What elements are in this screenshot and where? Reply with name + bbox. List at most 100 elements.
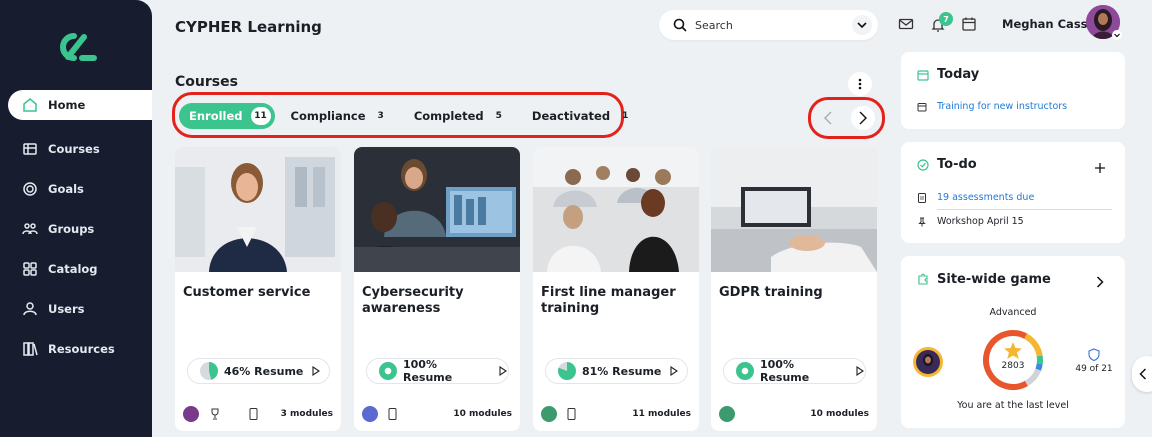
course-title[interactable]: First line manager training xyxy=(541,285,691,317)
more-options-button[interactable] xyxy=(848,72,872,96)
resume-button[interactable]: 100% Resume xyxy=(366,358,509,384)
chevron-right-icon[interactable] xyxy=(1096,276,1104,288)
avatar xyxy=(541,406,557,422)
tab-label: Enrolled xyxy=(189,109,243,123)
resume-button[interactable]: 46% Resume xyxy=(187,358,330,384)
course-title[interactable]: Customer service xyxy=(183,285,333,301)
avatar xyxy=(183,406,199,422)
sidebar-item-label: Resources xyxy=(48,342,115,356)
calendar-icon xyxy=(917,102,927,112)
resume-label: 81% Resume xyxy=(582,364,662,378)
today-title: Today xyxy=(937,67,980,82)
today-panel: Today Training for new instructors xyxy=(901,52,1125,129)
course-card-gdpr[interactable]: GDPR training 100% Resume 10 modules xyxy=(711,147,877,431)
pin-icon xyxy=(917,217,927,227)
sidebar-item-courses[interactable]: Courses xyxy=(0,129,152,169)
notification-badge: 7 xyxy=(939,12,953,26)
shield-icon xyxy=(1088,348,1100,361)
carousel-next-button[interactable] xyxy=(851,106,875,130)
course-card-cybersecurity[interactable]: Cybersecurity awareness 100% Resume 10 m… xyxy=(354,147,520,431)
check-circle-icon xyxy=(917,159,929,171)
tab-count: 3 xyxy=(377,111,384,121)
tab-deactivated[interactable]: Deactivated 1 xyxy=(522,103,638,129)
module-count: 11 modules xyxy=(632,409,691,419)
sidebar-item-label: Catalog xyxy=(48,262,98,276)
today-item-link[interactable]: Training for new instructors xyxy=(937,101,1067,112)
today-item[interactable]: Training for new instructors xyxy=(917,101,1067,112)
avatar xyxy=(913,347,943,377)
resume-button[interactable]: 81% Resume xyxy=(545,358,688,384)
resume-label: 100% Resume xyxy=(760,358,810,384)
cypher-logo[interactable] xyxy=(54,30,98,64)
search-box[interactable]: Search xyxy=(659,10,878,40)
sidebar-item-resources[interactable]: Resources xyxy=(0,329,152,369)
game-points: 2803 xyxy=(1001,361,1025,371)
chevron-down-icon xyxy=(857,22,867,29)
courses-section-title: Courses xyxy=(175,74,238,90)
search-input[interactable]: Search xyxy=(695,19,733,32)
game-level: Advanced xyxy=(989,307,1037,318)
resume-button[interactable]: 100% Resume xyxy=(723,358,866,384)
chevron-right-icon xyxy=(859,111,867,125)
play-icon xyxy=(312,366,321,376)
course-card-first-line-manager[interactable]: First line manager training 81% Resume 1… xyxy=(533,147,699,431)
groups-icon xyxy=(22,221,38,237)
resume-label: 100% Resume xyxy=(403,358,453,384)
avatar xyxy=(719,406,735,422)
sidebar-item-home[interactable]: Home xyxy=(8,90,152,120)
todo-item-link[interactable]: 19 assessments due xyxy=(937,192,1034,203)
todo-panel: To-do 19 assessments due Workshop April … xyxy=(901,142,1125,243)
sidebar-item-label: Goals xyxy=(48,182,84,196)
course-image xyxy=(533,147,699,272)
resources-icon xyxy=(22,341,38,357)
course-title[interactable]: GDPR training xyxy=(719,285,869,301)
game-footer: You are at the last level xyxy=(957,400,1069,411)
trophy-icon xyxy=(211,408,219,420)
catalog-icon xyxy=(22,261,38,277)
todo-item[interactable]: Workshop April 15 xyxy=(917,216,1024,227)
chevron-down-icon[interactable] xyxy=(1112,30,1122,40)
progress-ring xyxy=(736,362,754,380)
tab-count: 5 xyxy=(495,111,502,121)
mobile-icon xyxy=(249,408,258,420)
sidebar-item-catalog[interactable]: Catalog xyxy=(0,249,152,289)
divider xyxy=(937,209,1112,210)
target-icon xyxy=(22,181,38,197)
mobile-icon xyxy=(388,408,397,420)
avatar xyxy=(362,406,378,422)
game-title: Site-wide game xyxy=(937,272,1051,287)
document-icon xyxy=(917,192,927,203)
course-card-customer-service[interactable]: Customer service 46% Resume 3 modules xyxy=(175,147,341,431)
play-icon xyxy=(499,366,508,376)
calendar-icon[interactable] xyxy=(961,16,977,32)
module-count: 10 modules xyxy=(810,409,869,419)
todo-item[interactable]: 19 assessments due xyxy=(917,192,1034,203)
card-footer: 10 modules xyxy=(362,405,512,423)
tab-label: Compliance xyxy=(290,109,366,123)
sidebar: Home Courses Goals Groups Catalog Users … xyxy=(0,0,152,437)
search-scope-dropdown[interactable] xyxy=(852,15,872,35)
carousel-prev-button[interactable] xyxy=(816,106,840,130)
sidebar-item-goals[interactable]: Goals xyxy=(0,169,152,209)
module-count: 3 modules xyxy=(280,409,333,419)
sidebar-item-groups[interactable]: Groups xyxy=(0,209,152,249)
sidebar-item-label: Groups xyxy=(48,222,95,236)
chevron-left-icon xyxy=(1139,368,1147,380)
game-rank: 49 of 21 xyxy=(1075,364,1113,374)
tab-enrolled[interactable]: Enrolled 11 xyxy=(179,103,275,129)
tab-label: Deactivated xyxy=(531,109,611,123)
sidebar-item-label: Home xyxy=(48,98,86,112)
mail-icon[interactable] xyxy=(898,16,914,32)
tab-compliance[interactable]: Compliance 3 xyxy=(281,103,394,129)
tab-count: 1 xyxy=(622,111,629,121)
mobile-icon xyxy=(567,408,576,420)
course-title[interactable]: Cybersecurity awareness xyxy=(362,285,512,317)
progress-ring xyxy=(379,362,397,380)
tab-completed[interactable]: Completed 5 xyxy=(404,103,512,129)
progress-ring xyxy=(200,362,218,380)
user-name[interactable]: Meghan Cass xyxy=(1002,17,1088,31)
add-todo-icon[interactable] xyxy=(1095,163,1105,173)
collapse-panel-button[interactable] xyxy=(1132,356,1152,392)
search-icon xyxy=(673,18,687,32)
sidebar-item-users[interactable]: Users xyxy=(0,289,152,329)
